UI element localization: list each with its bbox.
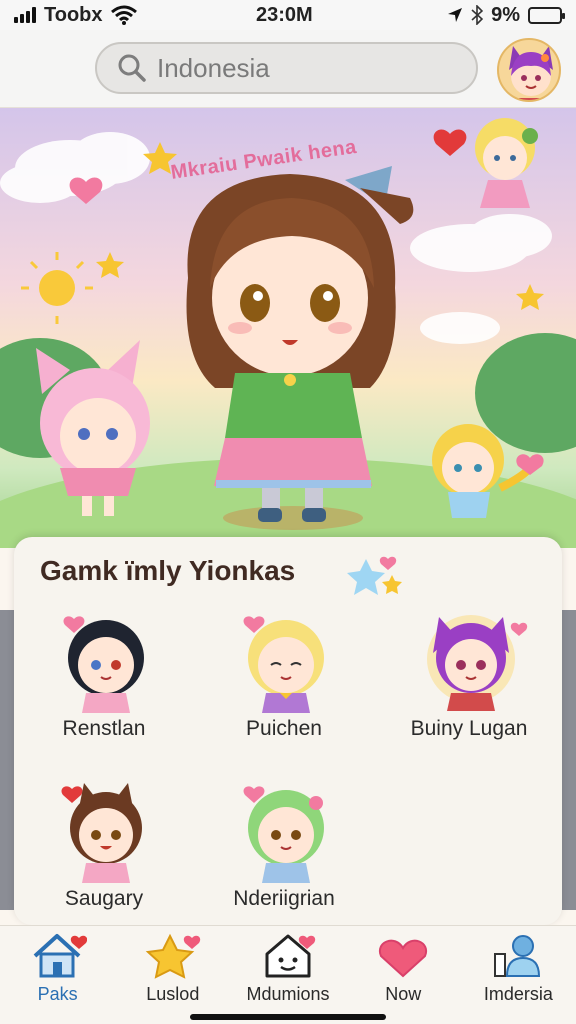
side-decoration-right bbox=[562, 610, 576, 910]
friend-card[interactable]: Nderiigrian bbox=[199, 773, 369, 911]
nav-label: Paks bbox=[37, 984, 78, 1004]
clock: 23:0M bbox=[256, 3, 313, 26]
nav-item-now[interactable]: Now bbox=[346, 926, 461, 1024]
bottom-nav: Paks Luslod Mdumions Now Imdersia bbox=[0, 925, 576, 1024]
friend-card[interactable]: Buiny Lugan bbox=[384, 603, 554, 741]
friend-name: Nderiigrian bbox=[233, 887, 335, 910]
profile-avatar[interactable] bbox=[497, 38, 561, 102]
hero-banner: Mkraiu Pwaik hena bbox=[0, 108, 576, 548]
nav-item-paks[interactable]: Paks bbox=[0, 926, 115, 1024]
nav-label: Luslod bbox=[146, 984, 200, 1004]
person-icon bbox=[494, 935, 541, 977]
battery-icon bbox=[528, 6, 565, 24]
nav-label: Imdersia bbox=[483, 984, 553, 1004]
home-indicator[interactable] bbox=[190, 1014, 386, 1020]
wifi-icon bbox=[110, 5, 137, 25]
status-bar: Toobx 23:0M 9% bbox=[0, 0, 576, 30]
friend-name: Buiny Lugan bbox=[410, 717, 528, 740]
friend-avatar bbox=[243, 616, 324, 713]
nav-item-mdumions[interactable]: Mdumions bbox=[230, 926, 345, 1024]
friends-panel: Gamk ïmly Yionkas Renstlan Puichen Buiny… bbox=[14, 537, 562, 925]
friend-name: Renstlan bbox=[62, 717, 146, 740]
status-left: Toobx bbox=[14, 4, 137, 27]
search-bar[interactable] bbox=[95, 42, 478, 94]
search-input[interactable] bbox=[157, 52, 457, 84]
friend-card[interactable]: Renstlan bbox=[19, 603, 189, 741]
panel-title: Gamk ïmly Yionkas bbox=[40, 555, 296, 586]
bluetooth-icon bbox=[471, 5, 484, 25]
hero-illustration bbox=[0, 118, 576, 548]
app-header bbox=[0, 30, 576, 108]
friend-card[interactable]: Puichen bbox=[199, 603, 369, 741]
fairy-character bbox=[475, 118, 538, 208]
battery-percent: 9% bbox=[491, 3, 520, 26]
house-face-icon bbox=[265, 934, 316, 978]
sparkle-star-icon bbox=[347, 556, 402, 595]
side-decoration-left bbox=[0, 610, 14, 910]
friend-card[interactable]: Saugary bbox=[19, 773, 189, 911]
friend-avatar bbox=[63, 616, 144, 713]
signal-icon bbox=[14, 7, 36, 23]
nav-label: Now bbox=[385, 984, 422, 1004]
friend-avatar bbox=[61, 783, 142, 883]
heart-icon bbox=[379, 939, 428, 978]
location-arrow-icon bbox=[448, 8, 463, 22]
carrier-label: Toobx bbox=[44, 3, 103, 26]
friend-name: Saugary bbox=[64, 887, 144, 910]
friend-avatar bbox=[243, 786, 324, 883]
friend-avatar bbox=[427, 615, 528, 711]
star-icon bbox=[145, 933, 200, 979]
nav-item-luslod[interactable]: Luslod bbox=[115, 926, 230, 1024]
search-icon bbox=[118, 54, 146, 82]
home-icon bbox=[33, 934, 87, 978]
nav-item-imdersia[interactable]: Imdersia bbox=[461, 926, 576, 1024]
friend-name: Puichen bbox=[246, 717, 322, 740]
nav-label: Mdumions bbox=[246, 984, 330, 1004]
status-right: 9% bbox=[447, 3, 565, 27]
